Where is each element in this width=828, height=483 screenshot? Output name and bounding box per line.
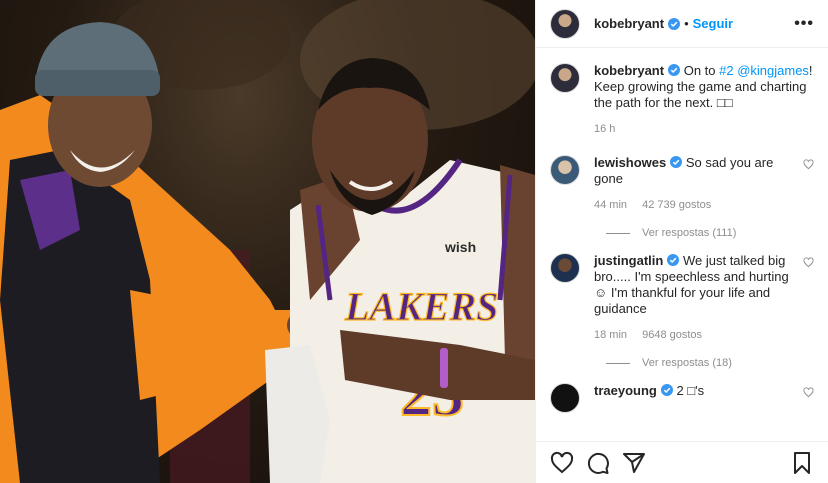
- view-replies-button[interactable]: Ver respostas (111): [594, 227, 814, 239]
- svg-text:LAKERS: LAKERS: [344, 284, 498, 329]
- comment-item: lewishowes So sad you are gone 44 min 42…: [550, 155, 814, 213]
- comment-text: 2 □'s: [676, 383, 705, 398]
- post-details-panel: kobebryant • Seguir ••• kobebryant On to…: [535, 0, 828, 483]
- bookmark-icon[interactable]: [790, 451, 814, 475]
- verified-badge-icon: [668, 17, 681, 30]
- verified-badge-icon: [670, 156, 683, 168]
- verified-badge-icon: [668, 64, 681, 76]
- caption-avatar[interactable]: [550, 63, 580, 93]
- more-options-icon[interactable]: •••: [794, 15, 814, 33]
- post-header: kobebryant • Seguir •••: [536, 0, 828, 48]
- caption-username[interactable]: kobebryant: [594, 63, 664, 78]
- comment-likes[interactable]: 9648 gostos: [642, 329, 702, 341]
- heart-icon[interactable]: [550, 451, 574, 475]
- comment-likes[interactable]: 42 739 gostos: [642, 199, 711, 211]
- comment-username[interactable]: traeyoung: [594, 383, 657, 398]
- verified-badge-icon: [667, 254, 680, 266]
- view-replies-label[interactable]: Ver respostas (111): [642, 227, 736, 239]
- post-photo[interactable]: wish LAKERS 23: [0, 0, 535, 483]
- comment-time[interactable]: 44 min: [594, 199, 627, 211]
- heart-icon[interactable]: [803, 257, 814, 268]
- heart-icon[interactable]: [803, 387, 814, 398]
- verified-badge-icon: [660, 384, 673, 396]
- view-replies-button[interactable]: Ver respostas (18): [594, 357, 814, 369]
- comments-list[interactable]: kobebryant On to #2 @kingjames! Keep gro…: [536, 49, 828, 441]
- comment-username[interactable]: justingatlin: [594, 253, 663, 268]
- share-icon[interactable]: [622, 451, 646, 475]
- caption-mention-link[interactable]: #2 @kingjames: [719, 63, 809, 78]
- comment-time[interactable]: 18 min: [594, 329, 627, 341]
- comment-meta: 18 min 9648 gostos: [594, 327, 792, 343]
- comment-item: justingatlin We just talked big bro.....…: [550, 253, 814, 343]
- author-username[interactable]: kobebryant: [594, 16, 664, 31]
- follow-button[interactable]: Seguir: [693, 16, 733, 31]
- comment-username[interactable]: lewishowes: [594, 155, 666, 170]
- commenter-avatar[interactable]: [550, 155, 580, 185]
- header-separator: •: [684, 16, 689, 31]
- post-actions-bar: [536, 441, 828, 483]
- commenter-avatar[interactable]: [550, 383, 580, 413]
- heart-icon[interactable]: [803, 159, 814, 170]
- comment-icon[interactable]: [586, 451, 610, 475]
- view-replies-label[interactable]: Ver respostas (18): [642, 357, 732, 369]
- caption-time[interactable]: 16 h: [594, 123, 615, 135]
- svg-text:wish: wish: [444, 239, 476, 255]
- photo-illustration: wish LAKERS 23: [0, 0, 535, 483]
- comment-item: traeyoung 2 □'s: [550, 383, 814, 413]
- post-caption: kobebryant On to #2 @kingjames! Keep gro…: [550, 63, 814, 137]
- comment-meta: 44 min 42 739 gostos: [594, 197, 792, 213]
- instagram-post: wish LAKERS 23 kobebryant • Seguir ••• k…: [0, 0, 828, 483]
- author-avatar[interactable]: [550, 8, 580, 39]
- commenter-avatar[interactable]: [550, 253, 580, 283]
- caption-meta: 16 h: [594, 121, 814, 137]
